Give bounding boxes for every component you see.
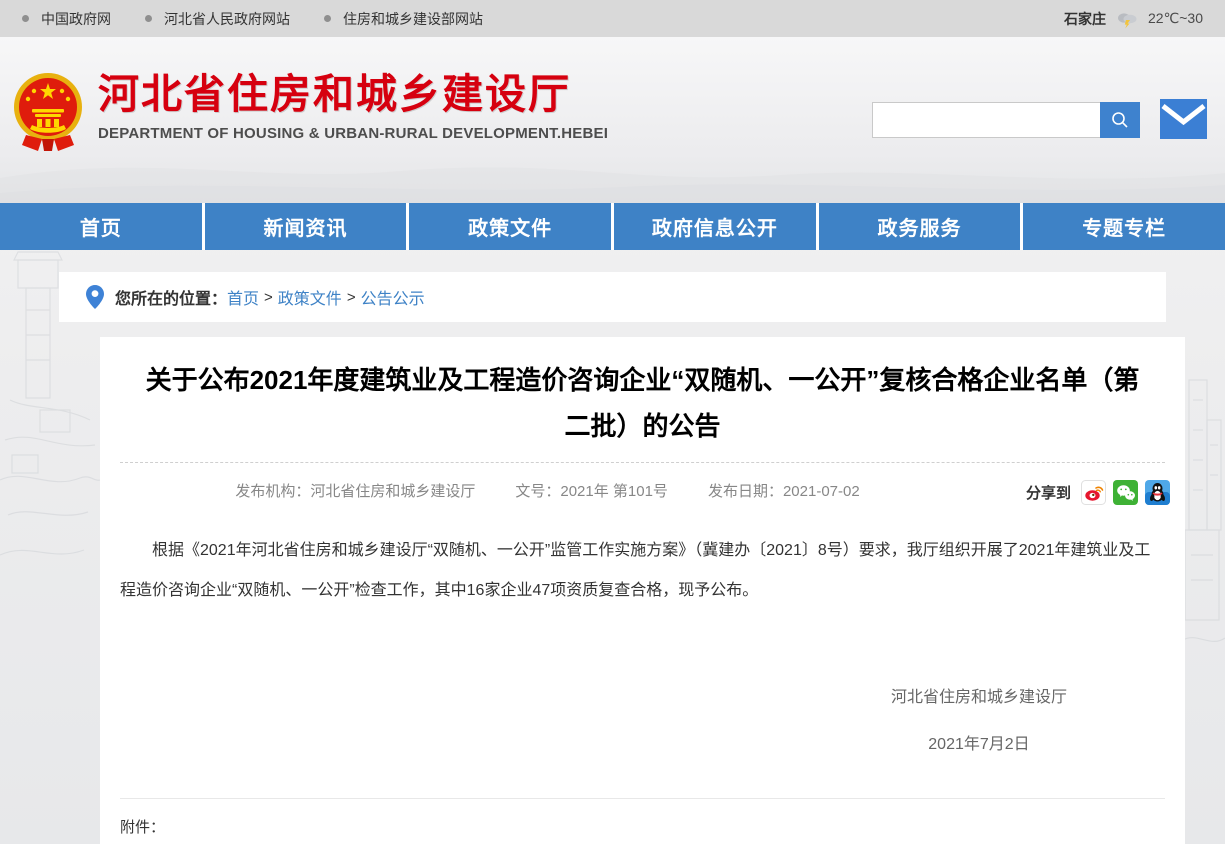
- weibo-icon[interactable]: [1081, 480, 1106, 505]
- search-area: [872, 100, 1207, 140]
- nav-item-news[interactable]: 新闻资讯: [205, 203, 410, 250]
- nav-item-home[interactable]: 首页: [0, 203, 205, 250]
- breadcrumb: 您所在的位置： 首页 > 政策文件 > 公告公示: [59, 272, 1166, 322]
- signature-block: 河北省住房和城乡建设厅 2021年7月2日: [891, 683, 1067, 754]
- main-nav: 首页 新闻资讯 政策文件 政府信息公开 政务服务 专题专栏: [0, 203, 1225, 250]
- top-link-label: 住房和城乡建设部网站: [343, 9, 483, 29]
- bullet-icon: [22, 15, 29, 22]
- top-link-label: 中国政府网: [41, 9, 111, 29]
- bullet-icon: [145, 15, 152, 22]
- signature-date: 2021年7月2日: [891, 730, 1067, 754]
- breadcrumb-separator: >: [264, 289, 273, 306]
- share-bar: 分享到: [1026, 480, 1170, 505]
- weather-widget: 石家庄 22℃~30: [1064, 9, 1203, 29]
- top-link-china-gov[interactable]: 中国政府网: [22, 9, 111, 29]
- weather-city: 石家庄: [1064, 9, 1106, 29]
- meta-doc-number: 文号：2021年 第101号: [515, 480, 668, 501]
- title-separator: [120, 462, 1165, 463]
- top-bar-links: 中国政府网 河北省人民政府网站 住房和城乡建设部网站: [22, 9, 483, 29]
- meta-publish-date: 发布日期：2021-07-02: [708, 480, 860, 501]
- site-name-en: DEPARTMENT OF HOUSING & URBAN-RURAL DEVE…: [98, 125, 608, 142]
- article-card: 关于公布2021年度建筑业及工程造价咨询企业“双随机、一公开”复核合格企业名单（…: [100, 337, 1185, 844]
- top-link-hebei-gov[interactable]: 河北省人民政府网站: [145, 9, 290, 29]
- mail-icon[interactable]: [1160, 99, 1207, 139]
- storm-cloud-icon: [1115, 9, 1139, 29]
- site-logo[interactable]: 河北省住房和城乡建设厅 DEPARTMENT OF HOUSING & URBA…: [12, 71, 608, 153]
- breadcrumb-link-policy[interactable]: 政策文件: [278, 285, 342, 309]
- nav-item-gov-info[interactable]: 政府信息公开: [614, 203, 819, 250]
- national-emblem-icon: [12, 71, 84, 153]
- site-titles: 河北省住房和城乡建设厅 DEPARTMENT OF HOUSING & URBA…: [98, 71, 608, 142]
- search-button[interactable]: [1100, 102, 1140, 138]
- article-title: 关于公布2021年度建筑业及工程造价咨询企业“双随机、一公开”复核合格企业名单（…: [100, 337, 1185, 449]
- breadcrumb-link-home[interactable]: 首页: [227, 285, 259, 309]
- share-label: 分享到: [1026, 482, 1071, 503]
- meta-agency: 发布机构：河北省住房和城乡建设厅: [235, 480, 475, 501]
- breadcrumb-link-announcements[interactable]: 公告公示: [361, 285, 425, 309]
- signature-agency: 河北省住房和城乡建设厅: [891, 683, 1067, 707]
- nav-item-policy[interactable]: 政策文件: [409, 203, 614, 250]
- right-sketch-decoration: [1183, 360, 1225, 720]
- top-link-mohurd[interactable]: 住房和城乡建设部网站: [324, 9, 483, 29]
- location-pin-icon: [86, 285, 104, 309]
- site-name: 河北省住房和城乡建设厅: [98, 71, 608, 118]
- bullet-icon: [324, 15, 331, 22]
- top-bar: 中国政府网 河北省人民政府网站 住房和城乡建设部网站 石家庄 22℃~30: [0, 0, 1225, 37]
- attachment-label: 附件：: [120, 816, 1185, 837]
- page: 中国政府网 河北省人民政府网站 住房和城乡建设部网站 石家庄 22℃~30: [0, 0, 1225, 844]
- article-meta-fields: 发布机构：河北省住房和城乡建设厅 文号：2021年 第101号 发布日期：202…: [100, 480, 995, 501]
- article-meta: 发布机构：河北省住房和城乡建设厅 文号：2021年 第101号 发布日期：202…: [100, 480, 1185, 508]
- search-icon: [1110, 110, 1130, 130]
- breadcrumb-label: 您所在的位置：: [115, 285, 227, 309]
- top-link-label: 河北省人民政府网站: [164, 9, 290, 29]
- qq-icon[interactable]: [1145, 480, 1170, 505]
- article-signature: 河北省住房和城乡建设厅 2021年7月2日: [100, 683, 1185, 754]
- attachment-separator: [120, 798, 1165, 799]
- article-body: 根据《2021年河北省住房和城乡建设厅“双随机、一公开”监管工作实施方案》（冀建…: [120, 531, 1165, 611]
- nav-item-special[interactable]: 专题专栏: [1023, 203, 1225, 250]
- wechat-icon[interactable]: [1113, 480, 1138, 505]
- breadcrumb-separator: >: [347, 289, 356, 306]
- site-header: 河北省住房和城乡建设厅 DEPARTMENT OF HOUSING & URBA…: [0, 37, 1225, 203]
- weather-temp: 22℃~30: [1148, 10, 1203, 27]
- search-input[interactable]: [872, 102, 1100, 138]
- nav-item-services[interactable]: 政务服务: [819, 203, 1024, 250]
